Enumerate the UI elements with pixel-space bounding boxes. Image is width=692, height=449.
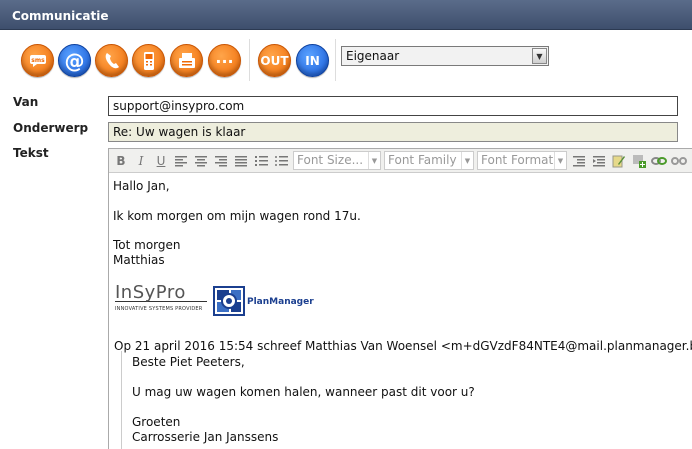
italic-button[interactable]: I — [132, 152, 150, 170]
from-field[interactable]: support@insypro.com — [108, 96, 678, 116]
insypro-logo-text: InSyPro — [115, 282, 186, 303]
font-size-dropdown[interactable]: Font Size... ▼ — [293, 151, 381, 170]
align-justify-icon[interactable] — [232, 152, 250, 170]
subject-field-value: Re: Uw wagen is klaar — [113, 125, 246, 139]
planmanager-logo: PlanManager — [213, 285, 314, 319]
recipient-select-value: Eigenaar — [346, 49, 400, 63]
quote-signature: Carrosserie Jan Janssens — [132, 430, 279, 444]
body-closing: Tot morgen — [113, 238, 181, 252]
out-label: OUT — [260, 53, 289, 68]
image-add-icon[interactable] — [630, 152, 648, 170]
subject-field[interactable]: Re: Uw wagen is klaar — [108, 122, 678, 142]
body-signature-name: Matthias — [113, 253, 165, 267]
ordered-list-icon[interactable] — [252, 152, 270, 170]
editor-toolbar: B I U Font Size... ▼ Font Family ▼ Font … — [109, 149, 692, 173]
link-icon[interactable] — [650, 152, 668, 170]
insypro-logo: InSyPro INNOVATIVE SYSTEMS PROVIDER — [115, 282, 207, 317]
ellipsis-icon: ... — [215, 48, 234, 67]
out-button[interactable]: OUT — [258, 44, 291, 77]
at-icon: @ — [64, 48, 85, 73]
underline-button[interactable]: U — [152, 152, 170, 170]
insypro-logo-subtext: INNOVATIVE SYSTEMS PROVIDER — [115, 301, 207, 317]
quote-line: U mag uw wagen komen halen, wanneer past… — [132, 385, 475, 399]
mobile-icon — [143, 51, 154, 70]
quoted-message: Beste Piet Peeters, U mag uw wagen komen… — [121, 351, 691, 449]
sms-button[interactable]: sms — [21, 44, 54, 77]
toolbar-separator — [249, 39, 250, 81]
font-family-dropdown-label: Font Family — [388, 153, 457, 167]
outdent-icon[interactable] — [570, 152, 588, 170]
phone-icon — [105, 52, 119, 68]
chevron-down-icon: ▼ — [461, 152, 473, 169]
planmanager-logo-text: PlanManager — [247, 297, 314, 307]
chevron-down-icon: ▼ — [554, 152, 566, 169]
text-label: Tekst — [13, 146, 49, 160]
chevron-down-icon[interactable]: ▼ — [532, 48, 547, 64]
chevron-down-icon: ▼ — [368, 152, 380, 169]
align-center-icon[interactable] — [192, 152, 210, 170]
from-field-value: support@insypro.com — [113, 99, 245, 113]
from-label: Van — [13, 95, 39, 109]
fax-button[interactable] — [170, 44, 203, 77]
phone-button[interactable] — [95, 44, 128, 77]
body-greeting: Hallo Jan, — [113, 179, 170, 193]
rich-text-editor[interactable]: B I U Font Size... ▼ Font Family ▼ Font … — [108, 148, 692, 449]
font-format-dropdown-label: Font Format — [481, 153, 554, 167]
align-right-icon[interactable] — [212, 152, 230, 170]
unordered-list-icon[interactable] — [272, 152, 290, 170]
fax-icon — [178, 52, 195, 68]
align-left-icon[interactable] — [172, 152, 190, 170]
subject-label: Onderwerp — [13, 121, 89, 135]
quote-closing: Groeten — [132, 415, 181, 429]
font-size-dropdown-label: Font Size... — [297, 153, 364, 167]
window-title-bar: Communicatie — [0, 0, 692, 30]
quote-greeting: Beste Piet Peeters, — [132, 355, 245, 369]
font-format-dropdown[interactable]: Font Format ▼ — [477, 151, 567, 170]
editor-body[interactable]: Hallo Jan, Ik kom morgen om mijn wagen r… — [113, 179, 692, 449]
signature-logos: InSyPro INNOVATIVE SYSTEMS PROVIDER Plan… — [113, 282, 373, 321]
body-line: Ik kom morgen om mijn wagen rond 17u. — [113, 209, 361, 223]
more-button[interactable]: ... — [208, 44, 241, 77]
font-family-dropdown[interactable]: Font Family ▼ — [384, 151, 474, 170]
email-button[interactable]: @ — [58, 44, 91, 77]
in-button[interactable]: IN — [296, 44, 329, 77]
mobile-button[interactable] — [132, 44, 165, 77]
recipient-select[interactable]: Eigenaar ▼ — [341, 46, 549, 66]
edit-icon[interactable] — [610, 152, 628, 170]
toolbar-separator — [335, 39, 336, 81]
sms-icon: sms — [29, 54, 46, 67]
in-label: IN — [305, 53, 320, 68]
svg-text:sms: sms — [31, 57, 45, 64]
indent-icon[interactable] — [590, 152, 608, 170]
unlink-icon[interactable] — [670, 152, 688, 170]
window-title: Communicatie — [12, 9, 109, 23]
bold-button[interactable]: B — [112, 152, 130, 170]
